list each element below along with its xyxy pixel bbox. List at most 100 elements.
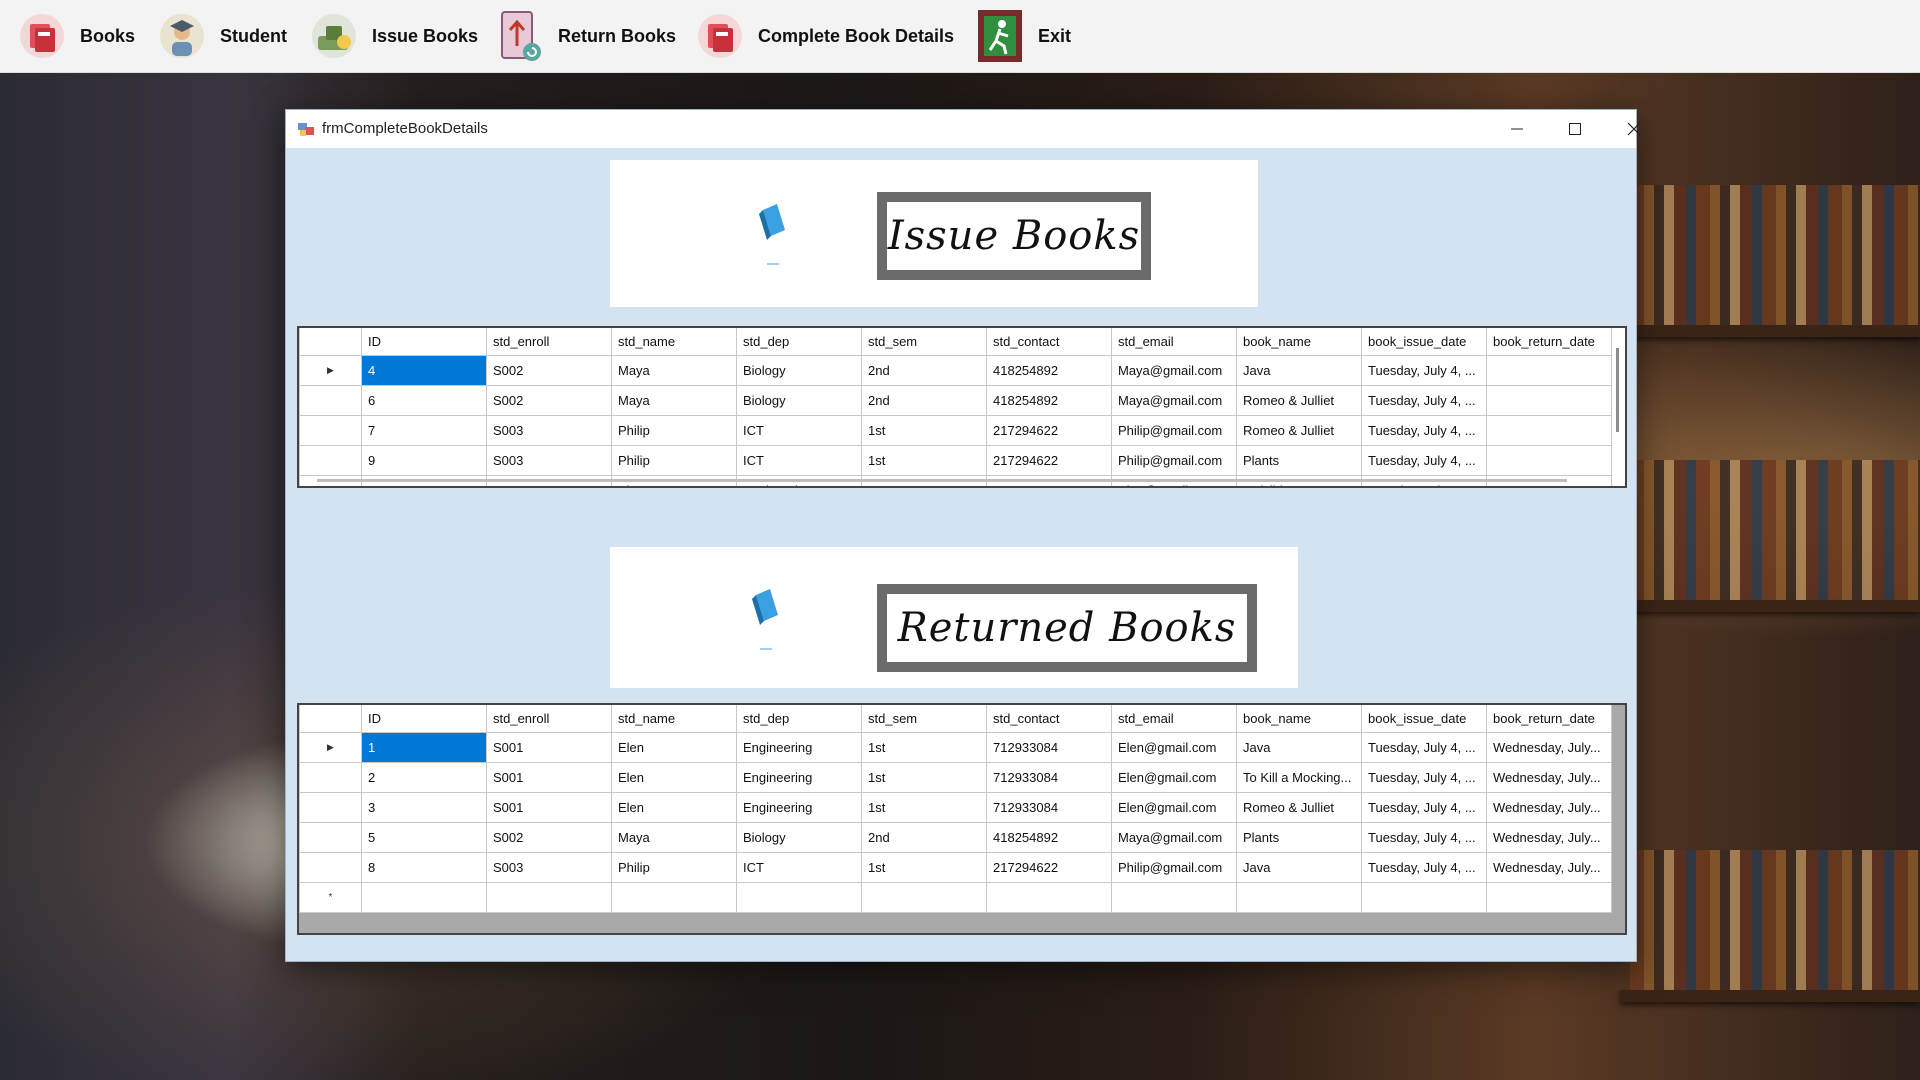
new-row-cell[interactable] — [1361, 882, 1487, 913]
cell-std-contact[interactable]: 712933084 — [986, 732, 1112, 763]
new-row-cell[interactable] — [611, 882, 737, 913]
column-header-std-enroll[interactable]: std_enroll — [486, 328, 612, 356]
cell-book-return-date[interactable]: Wednesday, July... — [1486, 762, 1612, 793]
cell-std-enroll[interactable]: S001 — [486, 762, 612, 793]
cell-id[interactable]: 9 — [361, 445, 487, 476]
cell-std-sem[interactable]: 1st — [861, 732, 987, 763]
column-header-book-name[interactable]: book_name — [1236, 328, 1362, 356]
cell-book-name[interactable]: Romeo & Julliet — [1236, 385, 1362, 416]
row-header[interactable]: ▶ — [299, 355, 362, 386]
column-header-std-name[interactable]: std_name — [611, 328, 737, 356]
cell-std-sem[interactable]: 1st — [861, 445, 987, 476]
row-header[interactable] — [299, 852, 362, 883]
cell-book-return-date[interactable]: Wednesday, July... — [1486, 792, 1612, 823]
column-header-std-sem[interactable]: std_sem — [861, 705, 987, 733]
cell-id[interactable]: 3 — [361, 792, 487, 823]
cell-std-name[interactable]: Philip — [611, 445, 737, 476]
grid-corner-header[interactable] — [299, 328, 362, 356]
cell-std-dep[interactable]: Engineering — [736, 732, 862, 763]
column-header-id[interactable]: ID — [361, 705, 487, 733]
new-row-cell[interactable] — [361, 882, 487, 913]
cell-std-enroll[interactable]: S002 — [486, 822, 612, 853]
cell-std-contact[interactable]: 418254892 — [986, 385, 1112, 416]
cell-id[interactable]: 1 — [361, 732, 487, 763]
cell-std-name[interactable]: Maya — [611, 385, 737, 416]
cell-std-name[interactable]: Maya — [611, 822, 737, 853]
issued-grid-horizontal-scrollbar[interactable] — [317, 479, 1567, 482]
cell-book-issue-date[interactable]: Tuesday, July 4, ... — [1361, 732, 1487, 763]
table-row[interactable]: ▶ 4 S002 Maya Biology 2nd 418254892 Maya@gmail.… — [299, 355, 1612, 386]
cell-std-name[interactable]: Philip — [611, 852, 737, 883]
new-row-cell[interactable] — [1111, 882, 1237, 913]
cell-book-name[interactable]: Java — [1236, 355, 1362, 386]
row-header[interactable] — [299, 762, 362, 793]
issued-books-grid[interactable]: ID std_enroll std_name std_dep std_sem std_co… — [297, 326, 1627, 488]
cell-std-sem[interactable]: 1st — [861, 852, 987, 883]
table-row[interactable]: ▶ 1 S001 Elen Engineering 1st 712933084 Elen@gm… — [299, 732, 1612, 763]
issued-grid-vertical-scrollbar[interactable] — [1616, 348, 1619, 432]
cell-std-email[interactable]: Elen@gmail.com — [1111, 762, 1237, 793]
cell-std-sem[interactable]: 1st — [861, 415, 987, 446]
cell-book-name[interactable]: Romeo & Julliet — [1236, 415, 1362, 446]
cell-std-sem[interactable]: 2nd — [861, 385, 987, 416]
column-header-std-dep[interactable]: std_dep — [736, 328, 862, 356]
column-header-std-email[interactable]: std_email — [1111, 705, 1237, 733]
cell-book-return-date[interactable] — [1486, 385, 1612, 416]
toolbar-issue-books-button[interactable]: Issue Books — [308, 0, 478, 72]
toolbar-complete-book-details-button[interactable]: Complete Book Details — [694, 0, 954, 72]
cell-std-email[interactable]: Philip@gmail.com — [1111, 445, 1237, 476]
table-row[interactable]: 7 S003 Philip ICT 1st 217294622 Philip@gmail.c… — [299, 415, 1612, 446]
row-header[interactable] — [299, 445, 362, 476]
toolbar-books-button[interactable]: Books — [16, 0, 135, 72]
cell-std-contact[interactable]: 712933084 — [986, 792, 1112, 823]
column-header-std-sem[interactable]: std_sem — [861, 328, 987, 356]
column-header-std-email[interactable]: std_email — [1111, 328, 1237, 356]
table-row[interactable]: 6 S002 Maya Biology 2nd 418254892 Maya@gmail.c… — [299, 385, 1612, 416]
column-header-std-dep[interactable]: std_dep — [736, 705, 862, 733]
new-row-cell[interactable] — [861, 882, 987, 913]
cell-id[interactable]: 6 — [361, 385, 487, 416]
column-header-book-return-date[interactable]: book_return_date — [1486, 328, 1612, 356]
column-header-std-contact[interactable]: std_contact — [986, 328, 1112, 356]
cell-std-enroll[interactable]: S002 — [486, 385, 612, 416]
cell-book-issue-date[interactable]: Tuesday, July 4, ... — [1361, 822, 1487, 853]
cell-book-issue-date[interactable]: Tuesday, July 4, ... — [1361, 415, 1487, 446]
column-header-std-enroll[interactable]: std_enroll — [486, 705, 612, 733]
cell-std-name[interactable]: Elen — [611, 762, 737, 793]
cell-book-return-date[interactable] — [1486, 415, 1612, 446]
row-header[interactable] — [299, 792, 362, 823]
cell-std-name[interactable]: Philip — [611, 415, 737, 446]
cell-book-name[interactable]: Plants — [1236, 445, 1362, 476]
cell-book-name[interactable]: Java — [1236, 732, 1362, 763]
cell-book-issue-date[interactable]: Tuesday, July 4, ... — [1361, 792, 1487, 823]
cell-std-contact[interactable]: 217294622 — [986, 415, 1112, 446]
cell-id[interactable]: 8 — [361, 852, 487, 883]
table-row[interactable]: 2 S001 Elen Engineering 1st 712933084 Elen@gma… — [299, 762, 1612, 793]
cell-book-return-date[interactable]: Wednesday, July... — [1486, 852, 1612, 883]
cell-id[interactable]: 5 — [361, 822, 487, 853]
column-header-book-name[interactable]: book_name — [1236, 705, 1362, 733]
cell-id[interactable]: 4 — [361, 355, 487, 386]
cell-std-enroll[interactable]: S001 — [486, 792, 612, 823]
cell-book-name[interactable]: Java — [1236, 852, 1362, 883]
table-row[interactable]: 5 S002 Maya Biology 2nd 418254892 Maya@gmail.c… — [299, 822, 1612, 853]
cell-book-return-date[interactable] — [1486, 355, 1612, 386]
cell-std-sem[interactable]: 1st — [861, 762, 987, 793]
row-header[interactable] — [299, 415, 362, 446]
cell-std-email[interactable]: Philip@gmail.com — [1111, 415, 1237, 446]
cell-book-return-date[interactable]: Wednesday, July... — [1486, 732, 1612, 763]
toolbar-exit-button[interactable]: Exit — [974, 0, 1071, 72]
cell-std-enroll[interactable]: S001 — [486, 732, 612, 763]
cell-std-email[interactable]: Maya@gmail.com — [1111, 822, 1237, 853]
cell-std-name[interactable]: Elen — [611, 732, 737, 763]
cell-std-sem[interactable]: 2nd — [861, 822, 987, 853]
table-row[interactable]: 9 S003 Philip ICT 1st 217294622 Philip@gmail.c… — [299, 445, 1612, 476]
cell-std-email[interactable]: Maya@gmail.com — [1111, 385, 1237, 416]
cell-std-dep[interactable]: Biology — [736, 385, 862, 416]
toolbar-student-button[interactable]: Student — [156, 0, 287, 72]
cell-book-name[interactable]: To Kill a Mocking... — [1236, 762, 1362, 793]
cell-std-email[interactable]: Maya@gmail.com — [1111, 355, 1237, 386]
cell-book-issue-date[interactable]: Tuesday, July 4, ... — [1361, 445, 1487, 476]
new-row-cell[interactable] — [986, 882, 1112, 913]
new-row[interactable]: * — [299, 882, 1612, 913]
